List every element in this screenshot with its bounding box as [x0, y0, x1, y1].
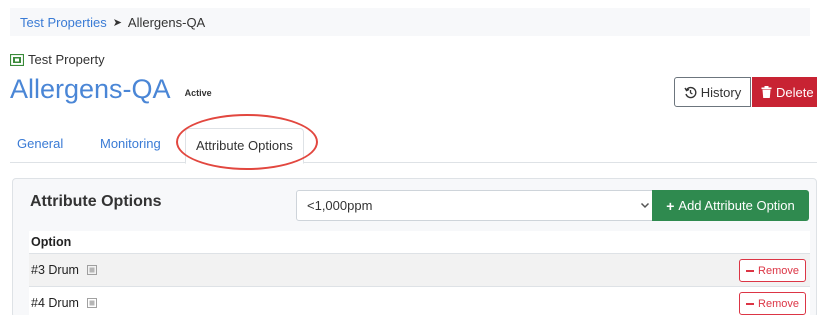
- column-header-option: Option: [29, 231, 810, 253]
- breadcrumb: Test Properties ➤ Allergens-QA: [20, 8, 205, 36]
- property-type-label: Test Property: [28, 52, 105, 67]
- chevron-down-icon: [640, 202, 650, 209]
- tab-general[interactable]: General: [17, 136, 63, 151]
- attribute-option-select[interactable]: <1,000ppm: [296, 190, 661, 221]
- tab-attribute-options[interactable]: Attribute Options: [185, 128, 304, 164]
- trash-icon: [761, 86, 772, 98]
- minus-icon: [746, 269, 755, 272]
- history-button[interactable]: History: [674, 77, 751, 107]
- plus-icon: +: [666, 197, 675, 214]
- breadcrumb-separator-icon: ➤: [112, 16, 122, 29]
- attribute-options-card: Attribute Options <1,000ppm + Add Attrib…: [12, 178, 817, 315]
- delete-button-label: Delete: [776, 84, 814, 100]
- table-row: #3 Drum Remove: [29, 253, 810, 286]
- add-attribute-option-button[interactable]: + Add Attribute Option: [652, 190, 809, 221]
- minus-icon: [746, 302, 755, 305]
- status-badge: Active: [184, 88, 212, 98]
- table-row: #4 Drum Remove: [29, 286, 810, 315]
- history-icon: [684, 86, 697, 98]
- history-button-label: History: [700, 84, 742, 100]
- selected-option-value: <1,000ppm: [307, 198, 373, 213]
- breadcrumb-current: Allergens-QA: [127, 14, 206, 30]
- attribute-options-table: Option #3 Drum Remove #4 Drum Remove: [29, 231, 810, 315]
- remove-button[interactable]: Remove: [739, 292, 806, 315]
- title-row: Allergens-QA Active: [10, 72, 212, 106]
- card-title: Attribute Options: [30, 193, 162, 210]
- edit-icon[interactable]: [87, 298, 97, 308]
- page-title: Allergens-QA: [10, 74, 171, 104]
- breadcrumb-link-test-properties[interactable]: Test Properties: [20, 15, 107, 30]
- remove-button-label: Remove: [758, 297, 799, 310]
- remove-button[interactable]: Remove: [739, 259, 806, 282]
- delete-button[interactable]: Delete: [752, 77, 817, 107]
- test-property-icon: [10, 53, 24, 66]
- option-name: #4 Drum: [31, 296, 79, 310]
- option-name: #3 Drum: [31, 263, 79, 277]
- breadcrumb-bar: Test Properties ➤ Allergens-QA: [10, 8, 810, 36]
- add-button-label: Add Attribute Option: [678, 198, 795, 213]
- tab-monitoring[interactable]: Monitoring: [100, 136, 161, 151]
- edit-icon[interactable]: [87, 265, 97, 275]
- tab-bar: General Monitoring Attribute Options: [10, 125, 817, 164]
- property-type-row: Test Property: [10, 52, 105, 67]
- remove-button-label: Remove: [758, 264, 799, 277]
